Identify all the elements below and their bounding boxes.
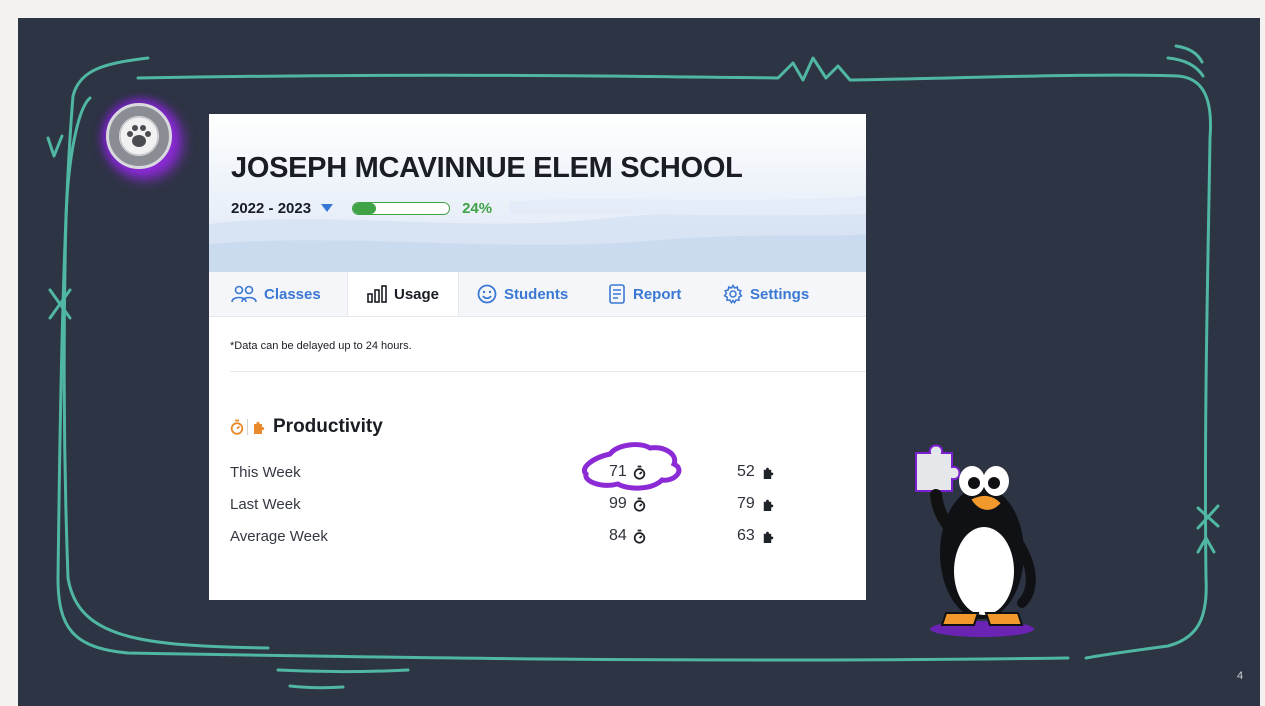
tab-classes[interactable]: Classes <box>231 272 321 316</box>
tab-report[interactable]: Report <box>608 272 681 316</box>
year-row: 2022 - 2023 24% <box>231 198 492 218</box>
progress-label: 24% <box>462 199 493 217</box>
tab-label: Report <box>633 285 682 303</box>
gear-icon <box>723 284 743 304</box>
puzzle-icon <box>763 467 774 479</box>
report-icon <box>609 284 625 304</box>
tab-label: Students <box>504 285 569 303</box>
penguin-mascot <box>915 444 1036 637</box>
minutes-average-week: 84 <box>609 527 646 545</box>
tab-usage[interactable]: Usage <box>347 272 459 316</box>
row-label-this-week: This Week <box>230 464 301 481</box>
puzzles-value: 79 <box>737 495 755 512</box>
year-selector[interactable]: 2022 - 2023 <box>231 200 311 217</box>
card-header: JOSEPH MCAVINNUE ELEM SCHOOL 2022 - 2023… <box>209 114 866 272</box>
stopwatch-icon <box>633 529 646 544</box>
caret-down-icon[interactable] <box>321 204 334 212</box>
data-delay-note: *Data can be delayed up to 24 hours. <box>230 340 412 352</box>
school-logo <box>106 103 172 169</box>
tab-settings[interactable]: Settings <box>723 272 809 316</box>
tab-bar: Classes Usage Students Report Settings <box>209 272 866 317</box>
smiley-icon <box>477 284 497 304</box>
minutes-value: 84 <box>609 527 627 544</box>
puzzle-icon <box>763 531 774 543</box>
puzzle-icon <box>763 499 774 511</box>
bar-chart-icon <box>367 285 387 303</box>
school-name: JOSEPH MCAVINNUE ELEM SCHOOL <box>231 152 743 184</box>
puzzles-value: 63 <box>737 527 755 544</box>
divider <box>230 371 866 372</box>
tab-label: Settings <box>750 285 810 303</box>
puzzles-average-week: 63 <box>737 527 774 545</box>
puzzles-last-week: 79 <box>737 495 774 513</box>
people-icon <box>231 285 257 303</box>
slide: JOSEPH MCAVINNUE ELEM SCHOOL 2022 - 2023… <box>18 18 1260 706</box>
slide-number: 4 <box>1237 670 1244 682</box>
productivity-title: Productivity <box>273 416 383 437</box>
progress-bar <box>352 201 451 215</box>
row-label-last-week: Last Week <box>230 496 301 513</box>
tab-label: Classes <box>264 285 321 303</box>
puzzles-this-week: 52 <box>737 463 774 481</box>
tab-students[interactable]: Students <box>477 272 568 316</box>
tab-label: Usage <box>393 285 440 303</box>
row-label-average-week: Average Week <box>230 528 328 545</box>
productivity-header: Productivity <box>230 414 383 440</box>
dashboard-card: JOSEPH MCAVINNUE ELEM SCHOOL 2022 - 2023… <box>209 114 866 600</box>
highlight-scribble <box>582 442 682 491</box>
stopwatch-icon <box>230 419 244 435</box>
icon-separator <box>247 419 248 435</box>
progress-fill <box>353 202 377 214</box>
header-waves <box>209 196 866 272</box>
puzzle-icon <box>254 421 265 434</box>
paw-icon <box>119 116 159 156</box>
puzzles-value: 52 <box>737 463 755 480</box>
